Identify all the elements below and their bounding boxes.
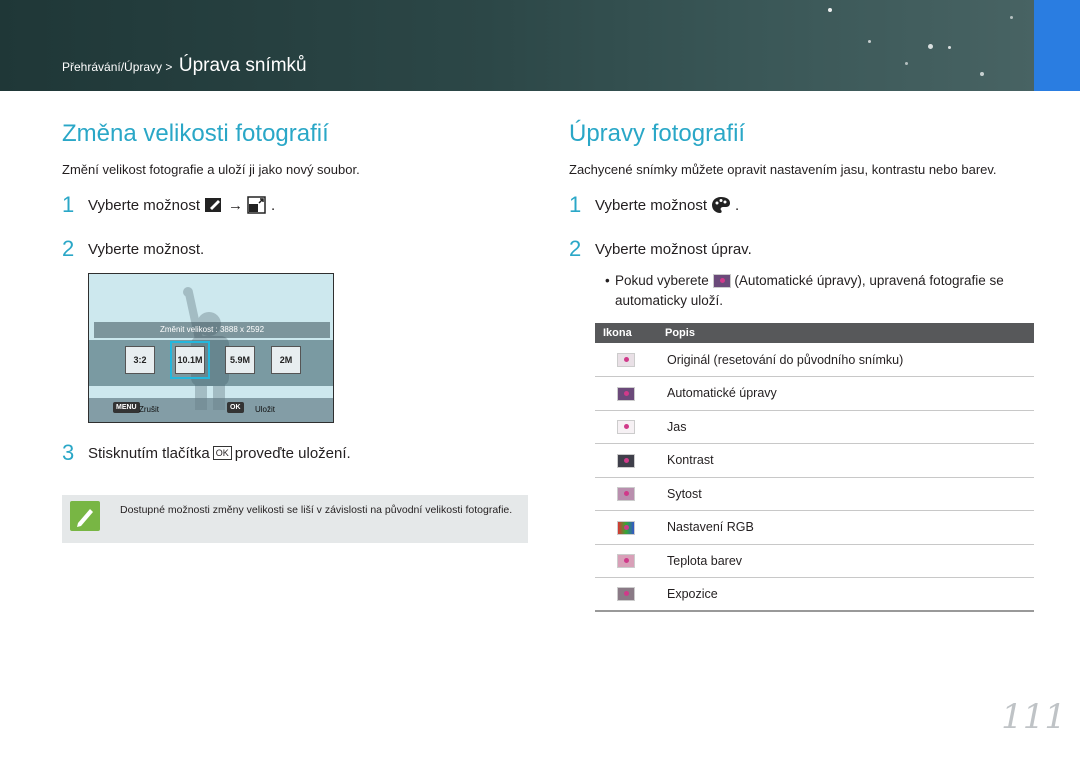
step-end: .	[735, 196, 740, 214]
page-header: Přehrávání/Úpravy > Úprava snímků	[0, 0, 1080, 91]
color-temperature-icon	[617, 554, 635, 569]
sparkle-decoration	[828, 8, 832, 12]
camera-screen-illustration: Změnit velikost : 3888 x 2592 3:2 10.1M …	[88, 273, 334, 423]
table-row: Nastavení RGB	[595, 510, 1034, 545]
table-row: Jas	[595, 410, 1034, 444]
cancel-label: Zrušit	[139, 405, 159, 414]
table-row: Teplota barev	[595, 544, 1034, 578]
note-box: Dostupné možnosti změny velikosti se liš…	[62, 495, 528, 543]
step-text: Stisknutím tlačítka	[88, 444, 210, 462]
icon-table: Ikona Popis Originál (resetování do půvo…	[595, 323, 1034, 612]
brightness-icon	[617, 420, 635, 435]
sparkle-decoration	[1010, 16, 1013, 19]
step-text: Vyberte možnost úprav.	[595, 240, 752, 258]
table-header-description: Popis	[657, 323, 1034, 343]
bullet-item: • Pokud vyberete (Automatické úpravy), u…	[605, 273, 1004, 308]
sparkle-decoration	[868, 40, 871, 43]
table-row: Kontrast	[595, 443, 1034, 478]
section-title: Změna velikosti fotografií	[62, 120, 329, 147]
size-option-3-2[interactable]: 3:2	[125, 346, 155, 374]
step-2: 2 Vyberte možnost.	[62, 236, 532, 261]
table-row: Automatické úpravy	[595, 376, 1034, 411]
table-row: Sytost	[595, 477, 1034, 511]
resize-section: Změna velikosti fotografií Změní velikos…	[62, 120, 532, 543]
saturation-icon	[617, 487, 635, 502]
photo-adjust-section: Úpravy fotografií Zachycené snímky můžet…	[569, 120, 1034, 612]
contrast-icon	[617, 453, 635, 468]
step-number: 1	[62, 192, 75, 217]
auto-adjust-icon	[712, 274, 731, 289]
table-cell: Originál (resetování do původního snímku…	[657, 343, 1034, 377]
step-number: 2	[62, 236, 75, 261]
step-1: 1 Vyberte možnost .	[569, 192, 1034, 217]
step-2: 2 Vyberte možnost úprav.	[569, 236, 1034, 261]
sparkle-decoration	[928, 44, 933, 49]
sparkle-decoration	[948, 46, 951, 49]
step-number: 3	[62, 440, 75, 465]
chapter-tab	[1034, 0, 1080, 91]
resize-label: Změnit velikost : 3888 x 2592	[94, 322, 330, 338]
breadcrumb-current: Úprava snímků	[178, 55, 307, 76]
rgb-icon	[617, 520, 635, 535]
original-icon	[617, 352, 635, 367]
palette-icon	[712, 197, 730, 213]
table-cell: Teplota barev	[657, 544, 1034, 578]
auto-adjust-icon	[617, 386, 635, 401]
breadcrumb-parent: Přehrávání/Úpravy >	[62, 60, 173, 74]
size-option-5-9m[interactable]: 5.9M	[225, 346, 255, 374]
exposure-icon	[617, 587, 635, 602]
size-option-10m[interactable]: 10.1M	[170, 341, 210, 379]
size-option-2m[interactable]: 2M	[271, 346, 301, 374]
table-header-row: Ikona Popis	[595, 323, 1034, 343]
save-label: Uložit	[255, 405, 276, 414]
step-arrow: →	[228, 196, 243, 214]
ok-key[interactable]: OK	[227, 402, 244, 413]
table-cell: Nastavení RGB	[657, 510, 1034, 545]
resize-icon	[247, 196, 266, 214]
note-text: Dostupné možnosti změny velikosti se liš…	[120, 504, 513, 516]
table-row: Originál (resetování do původního snímku…	[595, 343, 1034, 377]
section-title: Úpravy fotografií	[569, 120, 746, 147]
step-number: 2	[569, 236, 582, 261]
step-text: Vyberte možnost.	[88, 240, 205, 258]
table-cell: Kontrast	[657, 443, 1034, 478]
menu-key[interactable]: MENU	[113, 402, 140, 413]
ok-button-icon: OK	[212, 446, 232, 460]
table-cell: Automatické úpravy	[657, 376, 1034, 411]
bullet-text-before: Pokud vyberete	[615, 273, 709, 288]
table-cell: Expozice	[657, 577, 1034, 612]
page-number: 111	[1001, 697, 1066, 737]
table-cell: Sytost	[657, 477, 1034, 511]
step-text: Vyberte možnost	[595, 196, 707, 214]
note-pen-icon	[70, 501, 100, 531]
ok-button-label: OK	[215, 448, 229, 458]
table-header-icon: Ikona	[595, 323, 657, 343]
section-intro: Změní velikost fotografie a uloží ji jak…	[62, 162, 360, 177]
step-end: .	[271, 196, 276, 214]
screen-footer: MENU Zrušit OK Uložit	[89, 398, 333, 422]
step-text: Vyberte možnost	[88, 196, 200, 214]
step-1: 1 Vyberte možnost → .	[62, 192, 532, 217]
step-text-after: proveďte uložení.	[234, 444, 351, 462]
table-cell: Jas	[657, 410, 1034, 444]
table-row: Expozice	[595, 577, 1034, 612]
breadcrumb: Přehrávání/Úpravy > Úprava snímků	[62, 55, 307, 77]
sparkle-decoration	[980, 72, 984, 76]
sparkle-decoration	[905, 62, 908, 65]
section-intro: Zachycené snímky můžete opravit nastaven…	[569, 162, 997, 177]
step-number: 1	[569, 192, 582, 217]
edit-photo-icon	[205, 198, 221, 212]
step-3: 3 Stisknutím tlačítka OK proveďte uložen…	[62, 440, 532, 465]
